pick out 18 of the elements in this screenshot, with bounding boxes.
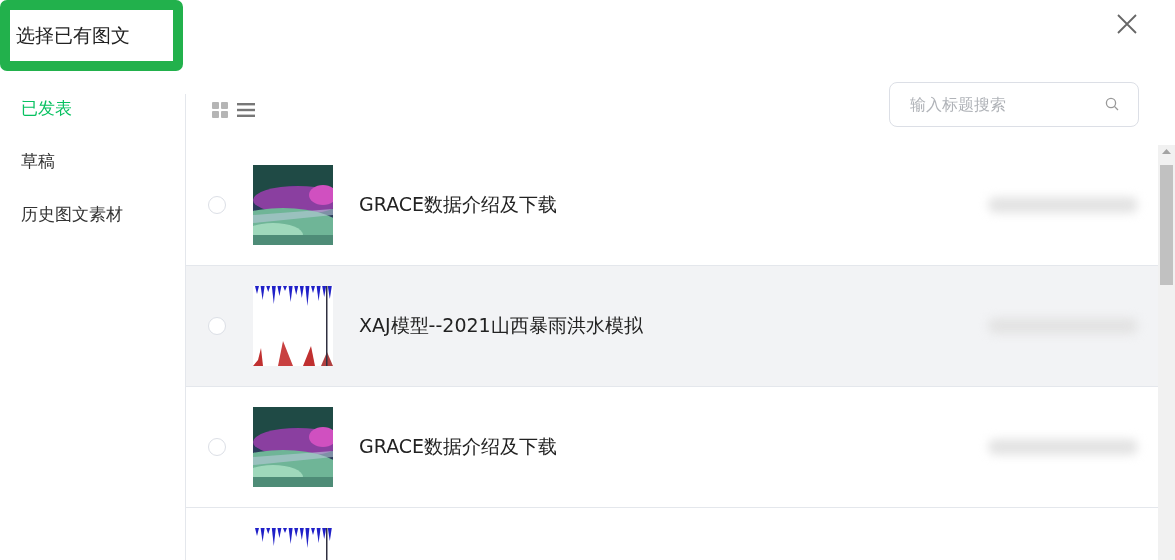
scrollbar-thumb[interactable] [1160,165,1173,285]
scrollbar[interactable] [1158,145,1175,560]
article-title[interactable]: GRACE数据介绍及下载 [359,434,558,460]
search-field[interactable]: 输入标题搜索 [889,82,1139,127]
dialog-title: 选择已有图文 [0,0,183,71]
article-title[interactable]: XAJ模型--2021山西暴雨洪水模拟 [359,313,643,339]
radio-button[interactable] [208,438,226,456]
list-view-icon[interactable] [237,103,255,117]
scroll-up-icon[interactable] [1162,149,1171,154]
radio-button[interactable] [208,196,226,214]
sidebar-item[interactable]: 草稿 [0,147,63,200]
article-title[interactable]: GRACE数据介绍及下载 [359,192,558,218]
list-row[interactable]: XAJ模型--2021山西暴雨洪水模拟 [186,266,1158,387]
close-icon[interactable] [1115,12,1139,36]
grid-view-icon[interactable] [212,102,228,118]
sidebar-item[interactable]: 历史图文素材 [0,200,131,253]
radio-button[interactable] [208,317,226,335]
search-icon [1105,97,1119,111]
